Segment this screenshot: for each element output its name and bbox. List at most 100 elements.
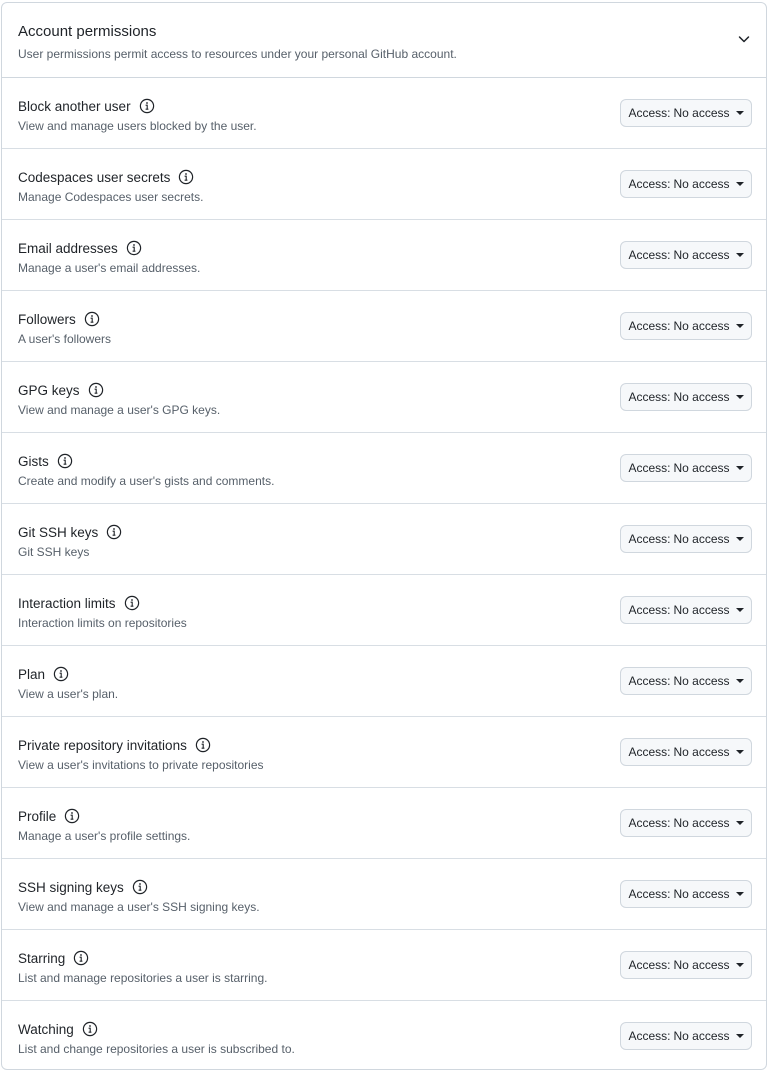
permission-name: Profile	[18, 808, 57, 824]
access-prefix: Access:	[628, 1029, 671, 1043]
permission-description: Manage Codespaces user secrets.	[18, 190, 204, 204]
permission-row: Starring List and manage repositories a …	[2, 930, 766, 1001]
info-icon[interactable]	[195, 737, 211, 753]
permission-name: Interaction limits	[18, 595, 116, 611]
info-icon[interactable]	[106, 524, 122, 540]
permission-description: View and manage a user's SSH signing key…	[18, 900, 260, 914]
access-dropdown-button[interactable]: Access: No access	[620, 383, 752, 411]
permission-row: Interaction limits Interaction limits on…	[2, 575, 766, 646]
access-prefix: Access:	[628, 816, 671, 830]
caret-down-icon	[735, 679, 744, 683]
access-dropdown-button[interactable]: Access: No access	[620, 596, 752, 624]
access-dropdown-button[interactable]: Access: No access	[620, 809, 752, 837]
access-dropdown-button[interactable]: Access: No access	[620, 170, 752, 198]
info-icon[interactable]	[126, 240, 142, 256]
permission-name-line: Plan	[18, 665, 69, 683]
permission-description: Git SSH keys	[18, 545, 90, 559]
access-prefix: Access:	[628, 958, 671, 972]
access-dropdown-button[interactable]: Access: No access	[620, 667, 752, 695]
permission-name-line: SSH signing keys	[18, 878, 148, 896]
access-dropdown-button[interactable]: Access: No access	[620, 738, 752, 766]
permission-name-line: Profile	[18, 807, 80, 825]
permission-name: Codespaces user secrets	[18, 169, 171, 185]
panel-description: User permissions permit access to resour…	[18, 47, 457, 61]
caret-down-icon	[735, 750, 744, 754]
panel-header[interactable]: Account permissions User permissions per…	[2, 3, 766, 78]
info-icon[interactable]	[88, 382, 104, 398]
caret-down-icon	[735, 963, 744, 967]
info-icon[interactable]	[57, 453, 73, 469]
caret-down-icon	[735, 821, 744, 825]
chevron-down-icon[interactable]	[736, 31, 752, 47]
permission-row: Email addresses Manage a user's email ad…	[2, 220, 766, 291]
permissions-list: Block another user View and manage users…	[2, 78, 766, 1069]
access-dropdown-button[interactable]: Access: No access	[620, 951, 752, 979]
permission-description: Interaction limits on repositories	[18, 616, 187, 630]
permission-name-line: Gists	[18, 452, 73, 470]
permission-row: SSH signing keys View and manage a user'…	[2, 859, 766, 930]
info-icon[interactable]	[139, 98, 155, 114]
permission-row: Block another user View and manage users…	[2, 78, 766, 149]
account-permissions-panel: Account permissions User permissions per…	[1, 2, 767, 1070]
info-icon[interactable]	[53, 666, 69, 682]
permission-description: View and manage users blocked by the use…	[18, 119, 257, 133]
permission-name-line: GPG keys	[18, 381, 104, 399]
access-dropdown-button[interactable]: Access: No access	[620, 312, 752, 340]
info-icon[interactable]	[84, 311, 100, 327]
info-icon[interactable]	[64, 808, 80, 824]
access-prefix: Access:	[628, 248, 671, 262]
permission-name-line: Watching	[18, 1020, 98, 1038]
info-icon[interactable]	[124, 595, 140, 611]
access-value: No access	[673, 887, 730, 901]
access-value: No access	[673, 816, 730, 830]
info-icon[interactable]	[132, 879, 148, 895]
access-value: No access	[673, 177, 730, 191]
permission-name: Plan	[18, 666, 46, 682]
permission-name-line: Codespaces user secrets	[18, 168, 194, 186]
permission-name-line: Followers	[18, 310, 100, 328]
access-prefix: Access:	[628, 390, 671, 404]
permission-name: Starring	[18, 950, 66, 966]
info-icon[interactable]	[73, 950, 89, 966]
permission-description: Manage a user's profile settings.	[18, 829, 191, 843]
access-dropdown-button[interactable]: Access: No access	[620, 241, 752, 269]
permission-name: Gists	[18, 453, 49, 469]
permission-row: Codespaces user secrets Manage Codespace…	[2, 149, 766, 220]
permission-description: View and manage a user's GPG keys.	[18, 403, 221, 417]
permission-name: GPG keys	[18, 382, 80, 398]
permission-row: Profile Manage a user's profile settings…	[2, 788, 766, 859]
permission-description: View a user's invitations to private rep…	[18, 758, 264, 772]
access-dropdown-button[interactable]: Access: No access	[620, 454, 752, 482]
info-icon[interactable]	[178, 169, 194, 185]
permission-name: SSH signing keys	[18, 879, 124, 895]
permission-row: Followers A user's followers Access: No …	[2, 291, 766, 362]
access-value: No access	[673, 390, 730, 404]
access-value: No access	[673, 603, 730, 617]
access-prefix: Access:	[628, 319, 671, 333]
permission-description: Create and modify a user's gists and com…	[18, 474, 275, 488]
permission-name-line: Email addresses	[18, 239, 142, 257]
access-dropdown-button[interactable]: Access: No access	[620, 880, 752, 908]
access-prefix: Access:	[628, 177, 671, 191]
access-dropdown-button[interactable]: Access: No access	[620, 525, 752, 553]
info-icon[interactable]	[82, 1021, 98, 1037]
permission-name: Watching	[18, 1021, 74, 1037]
permission-name-line: Starring	[18, 949, 89, 967]
access-dropdown-button[interactable]: Access: No access	[620, 99, 752, 127]
access-value: No access	[673, 532, 730, 546]
access-dropdown-button[interactable]: Access: No access	[620, 1022, 752, 1050]
caret-down-icon	[735, 1034, 744, 1038]
permission-row: Gists Create and modify a user's gists a…	[2, 433, 766, 504]
caret-down-icon	[735, 892, 744, 896]
permission-description: A user's followers	[18, 332, 111, 346]
access-prefix: Access:	[628, 603, 671, 617]
access-value: No access	[673, 1029, 730, 1043]
panel-title: Account permissions	[18, 23, 157, 40]
caret-down-icon	[735, 466, 744, 470]
caret-down-icon	[735, 324, 744, 328]
access-value: No access	[673, 461, 730, 475]
access-prefix: Access:	[628, 745, 671, 759]
access-prefix: Access:	[628, 461, 671, 475]
permission-name: Private repository invitations	[18, 737, 187, 753]
permission-description: List and change repositories a user is s…	[18, 1042, 295, 1056]
